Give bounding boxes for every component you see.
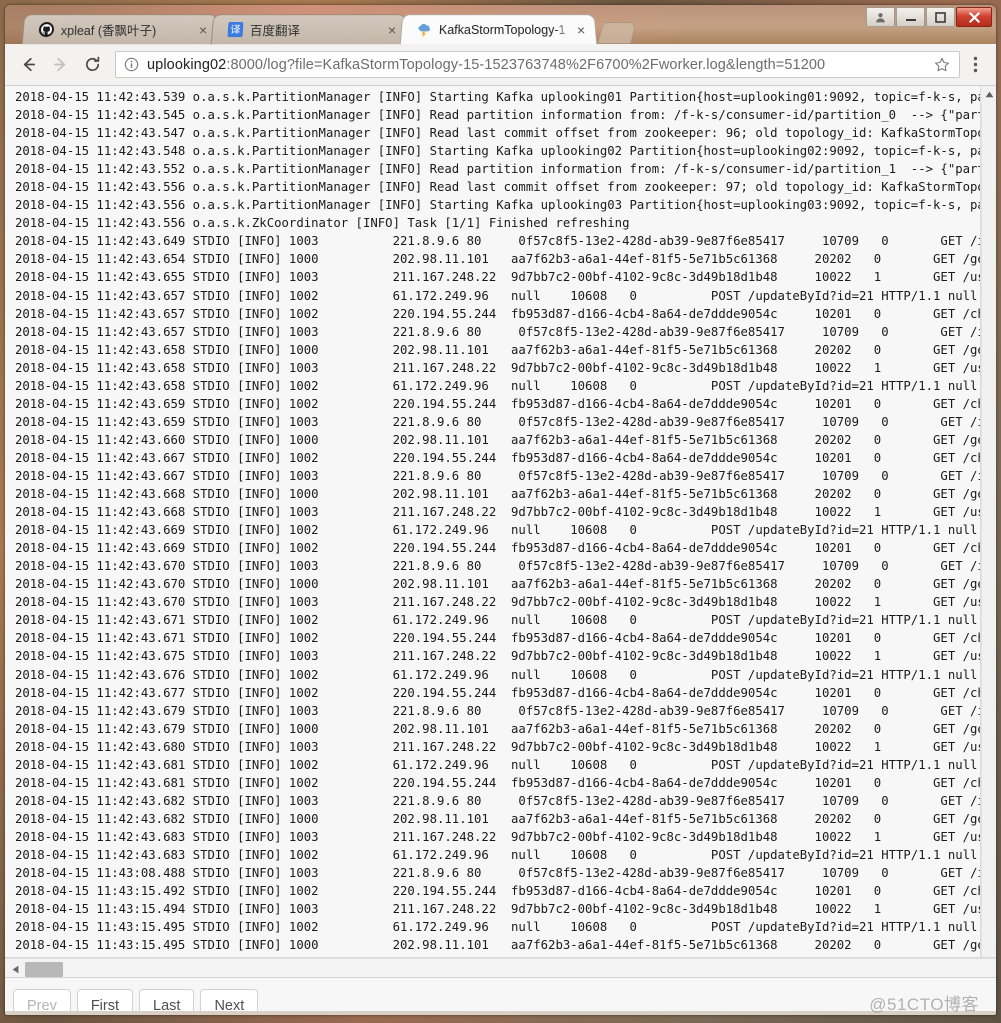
window-controls [866, 7, 992, 27]
log-line: 2018-04-15 11:42:43.667 STDIO [INFO] 100… [15, 450, 996, 465]
browser-window: xpleaf (香飘叶子) × 译 百度翻译 × KafkaStormTopol… [5, 5, 996, 1015]
url-host: uplooking02 [147, 56, 227, 73]
maximize-icon[interactable] [926, 7, 955, 27]
browser-tab-1-close-icon[interactable]: × [195, 22, 212, 38]
log-line: 2018-04-15 11:42:43.670 STDIO [INFO] 100… [15, 577, 996, 592]
log-line: 2018-04-15 11:42:43.675 STDIO [INFO] 100… [15, 649, 996, 664]
browser-tab-3-title: KafkaStormTopology-1 [438, 22, 566, 37]
horizontal-scrollbar-thumb[interactable] [25, 962, 63, 977]
log-line: 2018-04-15 11:42:43.655 STDIO [INFO] 100… [15, 270, 996, 285]
log-line: 2018-04-15 11:42:43.671 STDIO [INFO] 100… [15, 631, 996, 646]
log-line: 2018-04-15 11:43:08.488 STDIO [INFO] 100… [15, 866, 996, 881]
log-line: 2018-04-15 11:42:43.547 o.a.s.k.Partitio… [15, 126, 996, 141]
vertical-scrollbar[interactable] [980, 86, 996, 957]
log-line: 2018-04-15 11:42:43.669 STDIO [INFO] 100… [15, 523, 996, 538]
new-tab-button[interactable] [596, 22, 638, 44]
url-bar[interactable]: uplooking02:8000/log?file=KafkaStormTopo… [115, 51, 960, 78]
log-line: 2018-04-15 11:42:43.677 STDIO [INFO] 100… [15, 685, 996, 700]
browser-tab-1-title: xpleaf (香飘叶子) [60, 24, 157, 39]
url-path: :8000/log?file=KafkaStormTopology-15-152… [226, 56, 826, 73]
user-profile-icon[interactable] [866, 7, 895, 27]
log-line: 2018-04-15 11:42:43.556 o.a.s.k.ZkCoordi… [15, 216, 630, 231]
log-line: 2018-04-15 11:42:43.683 STDIO [INFO] 100… [15, 829, 996, 844]
baidu-translate-icon: 译 [226, 22, 243, 38]
vertical-scrollbar-thumb[interactable] [982, 103, 996, 285]
log-line: 2018-04-15 11:42:43.669 STDIO [INFO] 100… [15, 541, 996, 556]
log-line: 2018-04-15 11:42:43.679 STDIO [INFO] 100… [15, 703, 996, 718]
log-line: 2018-04-15 11:42:43.659 STDIO [INFO] 100… [15, 396, 996, 411]
log-line: 2018-04-15 11:42:43.556 o.a.s.k.Partitio… [15, 180, 996, 195]
star-icon[interactable] [933, 57, 951, 73]
next-button[interactable]: Next [200, 989, 259, 1011]
close-icon[interactable] [956, 7, 992, 27]
github-icon [37, 22, 54, 38]
back-arrow-icon[interactable] [13, 50, 43, 80]
prev-button[interactable]: Prev [13, 989, 71, 1011]
browser-tab-3-close-icon[interactable]: × [573, 22, 590, 38]
log-line: 2018-04-15 11:42:43.682 STDIO [INFO] 100… [15, 793, 996, 808]
log-line: 2018-04-15 11:42:43.668 STDIO [INFO] 100… [15, 505, 996, 520]
first-button[interactable]: First [76, 989, 134, 1011]
log-line: 2018-04-15 11:42:43.658 STDIO [INFO] 100… [15, 342, 996, 357]
log-line: 2018-04-15 11:42:43.681 STDIO [INFO] 100… [15, 757, 996, 772]
reload-icon[interactable] [77, 50, 107, 80]
log-line: 2018-04-15 11:42:43.548 o.a.s.k.Partitio… [15, 144, 996, 159]
log-line: 2018-04-15 11:42:43.668 STDIO [INFO] 100… [15, 487, 996, 502]
last-button[interactable]: Last [139, 989, 195, 1011]
three-dot-menu-icon[interactable] [962, 50, 988, 80]
forward-arrow-icon[interactable] [45, 50, 75, 80]
storm-icon [415, 22, 432, 38]
scroll-up-arrow-icon[interactable] [981, 86, 996, 103]
log-line: 2018-04-15 11:42:43.657 STDIO [INFO] 100… [15, 324, 996, 339]
log-line: 2018-04-15 11:42:43.654 STDIO [INFO] 100… [15, 252, 996, 267]
horizontal-scrollbar[interactable] [5, 958, 996, 978]
log-line: 2018-04-15 11:42:43.679 STDIO [INFO] 100… [15, 721, 996, 736]
browser-tab-2-close-icon[interactable]: × [384, 22, 401, 38]
tab-strip: xpleaf (香飘叶子) × 译 百度翻译 × KafkaStormTopol… [5, 5, 996, 45]
log-line: 2018-04-15 11:42:43.539 o.a.s.k.Partitio… [15, 90, 996, 104]
log-line: 2018-04-15 11:42:43.649 STDIO [INFO] 100… [15, 234, 996, 249]
log-line: 2018-04-15 11:42:43.667 STDIO [INFO] 100… [15, 468, 996, 483]
log-line: 2018-04-15 11:43:15.495 STDIO [INFO] 100… [15, 920, 996, 935]
page-content: 2018-04-15 11:42:43.539 o.a.s.k.Partitio… [5, 86, 996, 1011]
url-text[interactable]: uplooking02:8000/log?file=KafkaStormTopo… [147, 57, 933, 73]
log-line: 2018-04-15 11:42:43.671 STDIO [INFO] 100… [15, 613, 996, 628]
browser-tab-1[interactable]: xpleaf (香飘叶子) × [21, 14, 220, 45]
log-line: 2018-04-15 11:42:43.670 STDIO [INFO] 100… [15, 559, 996, 574]
pagination-buttons: Prev First Last Next [5, 981, 996, 1011]
browser-tab-2-title: 百度翻译 [249, 24, 301, 39]
log-line: 2018-04-15 11:42:43.676 STDIO [INFO] 100… [15, 667, 996, 682]
log-line: 2018-04-15 11:43:15.494 STDIO [INFO] 100… [15, 902, 996, 917]
log-line: 2018-04-15 11:43:15.495 STDIO [INFO] 100… [15, 938, 996, 953]
tab-list: xpleaf (香飘叶子) × 译 百度翻译 × KafkaStormTopol… [21, 14, 638, 45]
log-line: 2018-04-15 11:42:43.545 o.a.s.k.Partitio… [15, 108, 996, 123]
log-line: 2018-04-15 11:42:43.658 STDIO [INFO] 100… [15, 360, 996, 375]
log-line: 2018-04-15 11:42:43.681 STDIO [INFO] 100… [15, 775, 996, 790]
browser-toolbar: uplooking02:8000/log?file=KafkaStormTopo… [5, 44, 996, 86]
browser-tab-2[interactable]: 译 百度翻译 × [210, 14, 409, 45]
log-viewer: 2018-04-15 11:42:43.539 o.a.s.k.Partitio… [5, 86, 996, 958]
svg-text:译: 译 [229, 24, 240, 36]
log-line: 2018-04-15 11:42:43.660 STDIO [INFO] 100… [15, 432, 996, 447]
minimize-icon[interactable] [896, 7, 925, 27]
log-line: 2018-04-15 11:42:43.682 STDIO [INFO] 100… [15, 811, 996, 826]
log-line: 2018-04-15 11:42:43.658 STDIO [INFO] 100… [15, 378, 996, 393]
log-line: 2018-04-15 11:42:43.670 STDIO [INFO] 100… [15, 595, 996, 610]
log-line: 2018-04-15 11:42:43.552 o.a.s.k.Partitio… [15, 162, 996, 177]
page-info-icon[interactable] [124, 57, 140, 72]
log-text: 2018-04-15 11:42:43.539 o.a.s.k.Partitio… [15, 88, 996, 954]
browser-tab-3[interactable]: KafkaStormTopology-1 × [399, 14, 598, 45]
log-line: 2018-04-15 11:42:43.680 STDIO [INFO] 100… [15, 739, 996, 754]
log-line: 2018-04-15 11:43:15.492 STDIO [INFO] 100… [15, 884, 996, 899]
scroll-left-arrow-icon[interactable] [8, 962, 22, 976]
log-line: 2018-04-15 11:42:43.657 STDIO [INFO] 100… [15, 306, 996, 321]
log-line: 2018-04-15 11:42:43.556 o.a.s.k.Partitio… [15, 198, 996, 213]
log-line: 2018-04-15 11:42:43.657 STDIO [INFO] 100… [15, 288, 996, 303]
log-line: 2018-04-15 11:42:43.659 STDIO [INFO] 100… [15, 414, 996, 429]
log-line: 2018-04-15 11:42:43.683 STDIO [INFO] 100… [15, 847, 996, 862]
